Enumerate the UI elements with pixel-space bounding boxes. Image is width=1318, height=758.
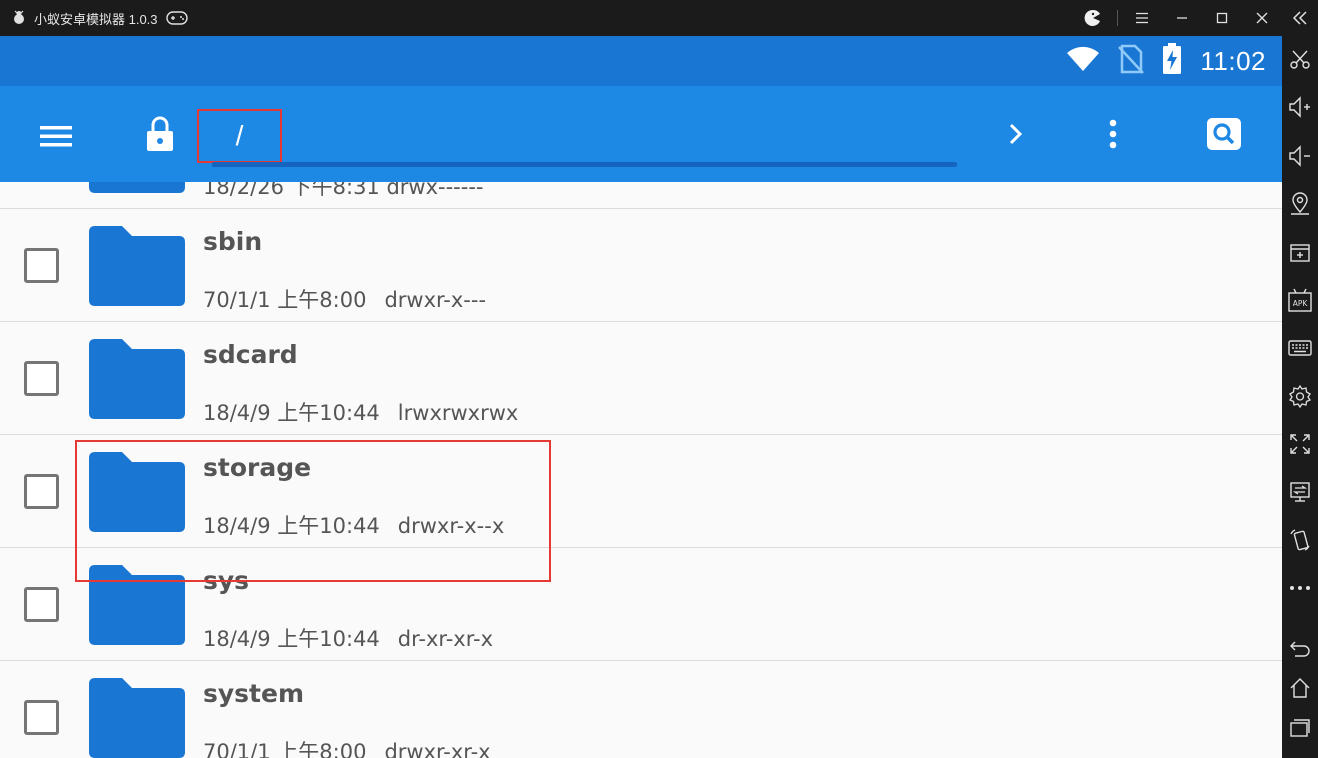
more-vert-icon[interactable]	[1098, 114, 1128, 154]
select-checkbox[interactable]	[24, 587, 59, 622]
file-date: 18/4/9 上午10:44	[203, 514, 380, 538]
add-window-icon[interactable]	[1282, 234, 1318, 270]
keyboard-icon[interactable]	[1282, 330, 1318, 366]
file-name: sys	[203, 566, 250, 595]
file-date: 70/1/1 上午8:00	[203, 740, 367, 758]
file-meta: 18/4/9 上午10:44 drwxr-x--x	[203, 510, 504, 540]
back-icon[interactable]	[1282, 630, 1318, 666]
list-item[interactable]: sbin 70/1/1 上午8:00 drwxr-x---	[0, 209, 1282, 322]
file-meta: 18/4/9 上午10:44 lrwxrwxrwx	[203, 397, 518, 427]
minimize-icon[interactable]	[1162, 0, 1202, 36]
file-date: 18/4/9 上午10:44	[203, 627, 380, 651]
file-name: sdcard	[203, 340, 298, 369]
status-time: 11:02	[1200, 45, 1266, 76]
no-sim-icon	[1118, 44, 1145, 79]
file-permissions: drwxr-xr-x	[384, 740, 491, 758]
file-name: system	[203, 679, 305, 708]
file-permissions: dr-xr-xr-x	[397, 627, 494, 651]
list-item[interactable]: sys 18/4/9 上午10:44 dr-xr-xr-x	[0, 548, 1282, 661]
file-list: 18/2/26 下午8:31 drwx------ sbin 70/1/1 上午…	[0, 182, 1282, 758]
lock-icon[interactable]	[140, 112, 180, 156]
emulator-title-bar: 小蚁安卓模拟器 1.0.3	[0, 0, 1282, 36]
settings-icon[interactable]	[1282, 378, 1318, 414]
file-permissions: lrwxrwxrwx	[397, 401, 519, 425]
screen-share-icon[interactable]	[1282, 474, 1318, 510]
folder-icon	[89, 452, 185, 532]
rotate-icon[interactable]	[1282, 522, 1318, 558]
emulator-sidebar: APK	[1282, 0, 1318, 758]
apk-icon[interactable]: APK	[1282, 282, 1318, 318]
location-icon[interactable]	[1282, 186, 1318, 222]
folder-icon	[89, 565, 185, 645]
home-icon[interactable]	[1282, 670, 1318, 706]
folder-icon	[89, 339, 185, 419]
hamburger-menu-icon[interactable]	[36, 116, 76, 156]
list-item[interactable]: system 70/1/1 上午8:00 drwxr-xr-x	[0, 661, 1282, 758]
android-screen: 11:02 / 18/2/26 下午8:31 drwx------ sbin 7…	[0, 36, 1282, 758]
file-name: sbin	[203, 227, 263, 256]
battery-charging-icon	[1162, 42, 1182, 80]
chevron-right-icon[interactable]	[1000, 114, 1032, 154]
scissors-icon[interactable]	[1282, 42, 1318, 78]
gamepad-icon[interactable]	[165, 10, 188, 26]
apk-label: APK	[1293, 299, 1309, 308]
select-checkbox[interactable]	[24, 700, 59, 735]
recents-icon[interactable]	[1282, 710, 1318, 746]
fullscreen-icon[interactable]	[1282, 426, 1318, 462]
volume-up-icon[interactable]	[1282, 89, 1318, 125]
file-meta: 70/1/1 上午8:00 drwxr-x---	[203, 284, 486, 314]
collapse-icon[interactable]	[1282, 0, 1318, 36]
file-permissions: drwxr-x---	[384, 288, 487, 312]
wifi-icon	[1066, 46, 1100, 77]
folder-icon	[89, 678, 185, 758]
file-permissions: drwxr-x--x	[397, 514, 505, 538]
menu-icon[interactable]	[1122, 0, 1162, 36]
file-name: storage	[203, 453, 312, 482]
path-highlight-box[interactable]: /	[197, 109, 282, 163]
file-meta: 18/2/26 下午8:31 drwx------	[203, 182, 484, 199]
file-meta: 70/1/1 上午8:00 drwxr-xr-x	[203, 736, 491, 758]
select-checkbox[interactable]	[24, 474, 59, 509]
more-icon[interactable]	[1282, 570, 1318, 606]
select-checkbox[interactable]	[24, 248, 59, 283]
app-toolbar: /	[0, 86, 1282, 182]
status-bar: 11:02	[0, 36, 1282, 86]
maximize-icon[interactable]	[1202, 0, 1242, 36]
folder-icon	[89, 182, 185, 193]
select-checkbox[interactable]	[24, 361, 59, 396]
volume-down-icon[interactable]	[1282, 138, 1318, 174]
list-item[interactable]: storage 18/4/9 上午10:44 drwxr-x--x	[0, 435, 1282, 548]
close-icon[interactable]	[1242, 0, 1282, 36]
pacman-icon[interactable]	[1073, 0, 1113, 36]
file-date: 18/4/9 上午10:44	[203, 401, 380, 425]
current-path[interactable]: /	[236, 120, 244, 152]
ant-logo-icon	[10, 9, 28, 27]
search-icon[interactable]	[1204, 114, 1244, 154]
folder-icon	[89, 226, 185, 306]
list-item[interactable]: 18/2/26 下午8:31 drwx------	[0, 182, 1282, 209]
window-title: 小蚁安卓模拟器 1.0.3	[34, 11, 158, 27]
file-date: 70/1/1 上午8:00	[203, 288, 367, 312]
path-scroll-indicator	[212, 162, 957, 167]
title-separator	[1117, 10, 1118, 26]
file-meta: 18/4/9 上午10:44 dr-xr-xr-x	[203, 623, 493, 653]
list-item[interactable]: sdcard 18/4/9 上午10:44 lrwxrwxrwx	[0, 322, 1282, 435]
